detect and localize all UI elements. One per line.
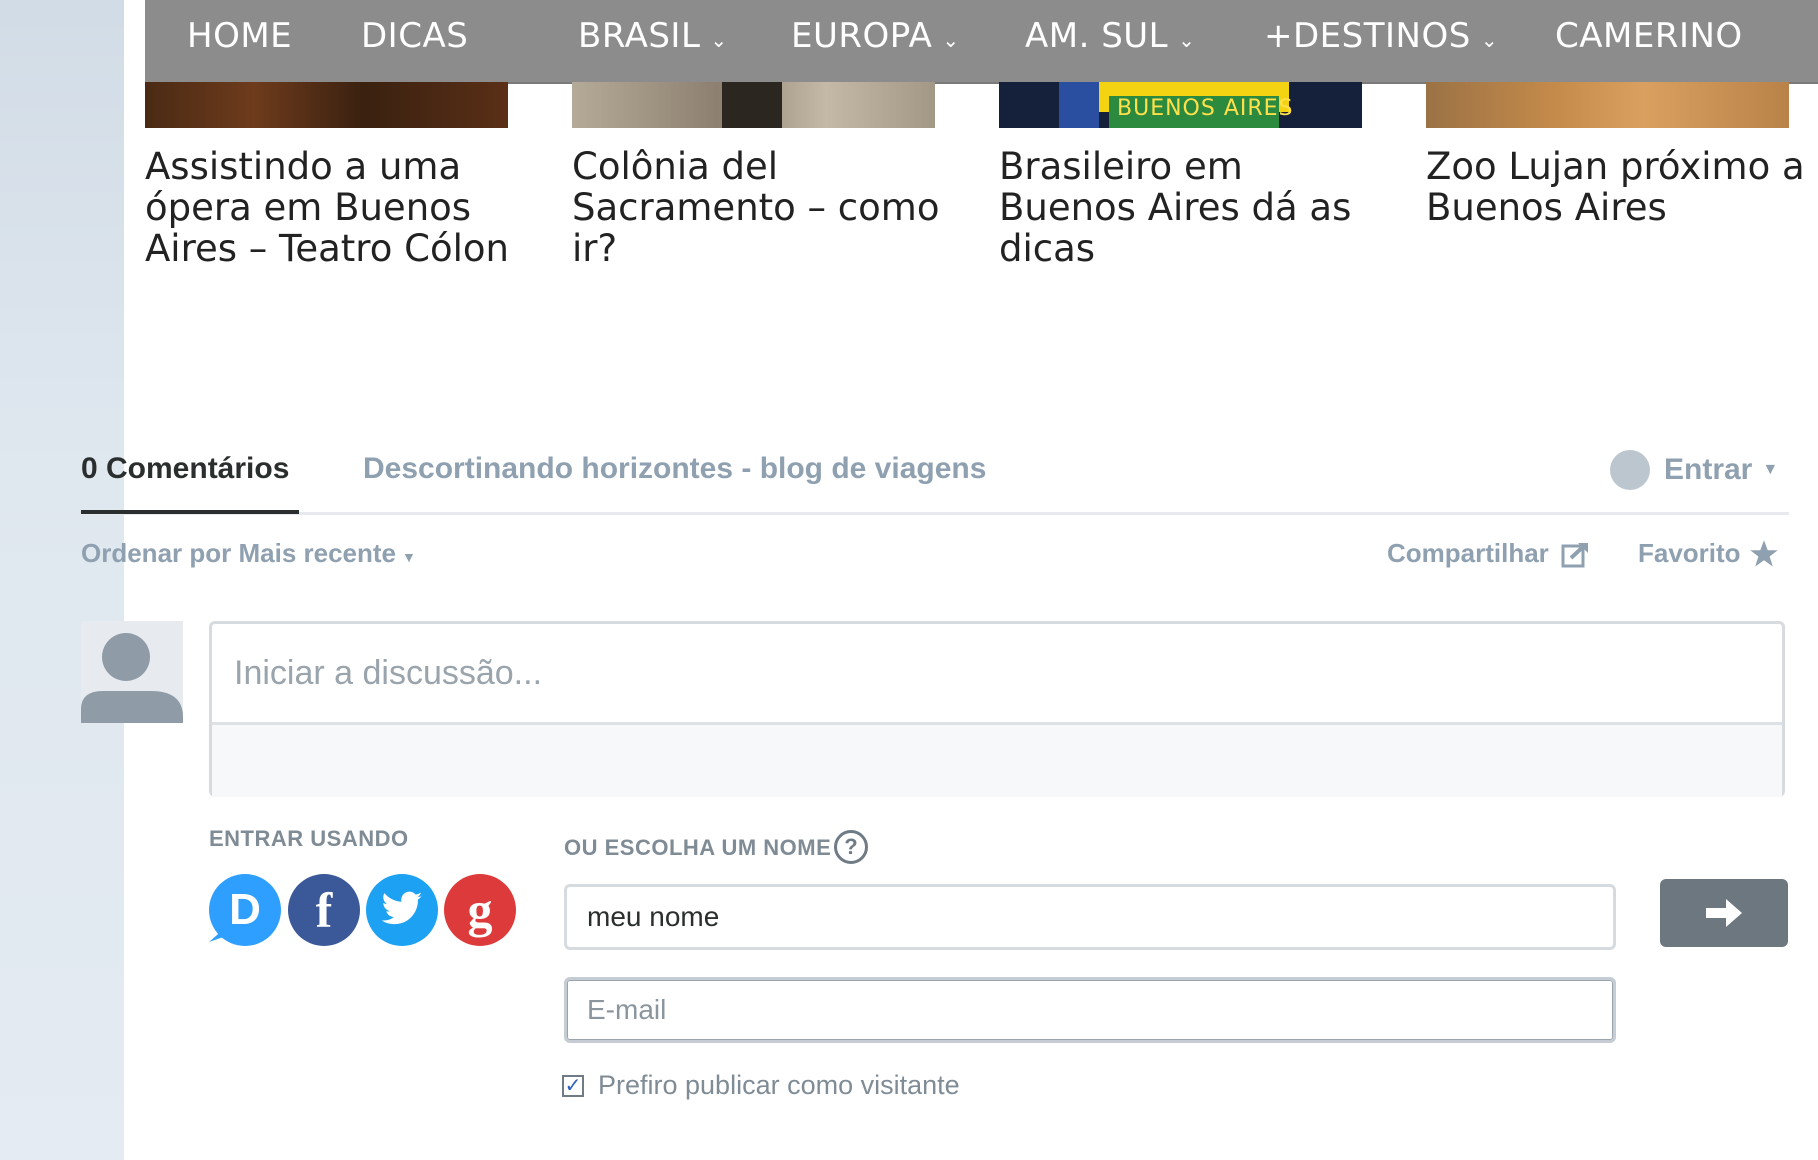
choose-name-label: OU ESCOLHA UM NOME bbox=[564, 835, 832, 860]
active-tab-indicator bbox=[81, 510, 299, 514]
caret-down-icon: ▼ bbox=[402, 549, 416, 565]
disqus-login-icon[interactable]: D bbox=[209, 874, 281, 946]
share-button[interactable]: Compartilhar bbox=[1387, 538, 1591, 569]
default-avatar-icon bbox=[81, 633, 183, 723]
nav-label: CAMERINO bbox=[1555, 16, 1743, 56]
post-title-zoo[interactable]: Zoo Lujan próximo a Buenos Aires bbox=[1426, 146, 1806, 228]
guest-checkbox-row[interactable]: ✓ Prefiro publicar como visitante bbox=[562, 1070, 960, 1101]
favorite-label: Favorito bbox=[1638, 538, 1741, 568]
favorite-button[interactable]: Favorito bbox=[1638, 538, 1779, 569]
post-title-colonia[interactable]: Colônia del Sacramento – como ir? bbox=[572, 146, 952, 269]
thumbnail-detail bbox=[1059, 82, 1099, 128]
nav-item-destinos[interactable]: +DESTINOS ⌄ bbox=[1264, 16, 1498, 56]
main-nav: HOME DICAS BRASIL ⌄ EUROPA ⌄ AM. SUL ⌄ +DES… bbox=[145, 0, 1818, 84]
page-side-background bbox=[0, 0, 124, 1160]
comment-composer bbox=[209, 621, 1785, 797]
share-label: Compartilhar bbox=[1387, 538, 1549, 568]
nav-label: DICAS bbox=[361, 16, 469, 56]
arrow-right-icon bbox=[1706, 899, 1742, 927]
login-dropdown[interactable]: Entrar ▼ bbox=[1610, 450, 1778, 490]
post-title-opera[interactable]: Assistindo a uma ópera em Buenos Aires –… bbox=[145, 146, 525, 269]
name-field[interactable] bbox=[564, 884, 1616, 950]
post-thumbnail-zoo[interactable] bbox=[1426, 82, 1789, 128]
comments-tab-divider bbox=[81, 512, 1789, 515]
nav-label: BRASIL bbox=[578, 16, 701, 56]
composer-footer bbox=[212, 722, 1782, 797]
help-icon[interactable]: ? bbox=[834, 830, 868, 864]
post-thumbnail-colonia[interactable] bbox=[572, 82, 935, 128]
twitter-login-icon[interactable] bbox=[366, 874, 438, 946]
chevron-down-icon: ⌄ bbox=[1178, 28, 1196, 52]
tab-community[interactable]: Descortinando horizontes - blog de viage… bbox=[363, 452, 986, 486]
nav-label: +DESTINOS bbox=[1264, 16, 1471, 56]
nav-label: AM. SUL bbox=[1025, 16, 1169, 56]
avatar bbox=[81, 621, 183, 723]
thumbnail-detail bbox=[722, 82, 782, 128]
caret-down-icon: ▼ bbox=[1762, 461, 1779, 478]
nav-item-brasil[interactable]: BRASIL ⌄ bbox=[578, 16, 728, 56]
share-icon bbox=[1561, 542, 1588, 567]
chevron-down-icon: ⌄ bbox=[942, 28, 960, 52]
sort-dropdown[interactable]: Ordenar por Mais recente ▼ bbox=[81, 538, 416, 569]
thumbnail-text: BUENOS AIRES bbox=[1117, 96, 1294, 121]
nav-label: EUROPA bbox=[791, 16, 933, 56]
guest-checkbox[interactable]: ✓ bbox=[562, 1074, 584, 1097]
facebook-login-icon[interactable]: f bbox=[288, 874, 360, 946]
sort-label: Ordenar por Mais recente bbox=[81, 538, 396, 568]
login-label: Entrar bbox=[1664, 453, 1753, 486]
post-thumbnail-brasileiro[interactable]: BUENOS AIRES bbox=[999, 82, 1362, 128]
chevron-down-icon: ⌄ bbox=[710, 28, 728, 52]
chevron-down-icon: ⌄ bbox=[1480, 28, 1499, 52]
tab-comments-count[interactable]: 0 Comentários bbox=[81, 452, 289, 486]
twitter-bird-icon bbox=[381, 891, 423, 925]
nav-item-am-sul[interactable]: AM. SUL ⌄ bbox=[1025, 16, 1195, 56]
nav-item-camerino[interactable]: CAMERINO bbox=[1555, 16, 1743, 56]
nav-item-dicas[interactable]: DICAS bbox=[361, 16, 468, 56]
user-avatar-icon bbox=[1610, 450, 1650, 490]
post-title-brasileiro[interactable]: Brasileiro em Buenos Aires dá as dicas bbox=[999, 146, 1379, 269]
nav-label: HOME bbox=[187, 16, 293, 56]
guest-label: Prefiro publicar como visitante bbox=[598, 1070, 960, 1100]
comment-input[interactable] bbox=[212, 624, 1782, 722]
login-with-label: ENTRAR USANDO bbox=[209, 826, 409, 851]
nav-item-europa[interactable]: EUROPA ⌄ bbox=[791, 16, 960, 56]
nav-item-home[interactable]: HOME bbox=[187, 16, 292, 56]
email-field[interactable] bbox=[564, 977, 1616, 1043]
post-thumbnail-opera[interactable] bbox=[145, 82, 508, 128]
google-login-icon[interactable]: g bbox=[444, 874, 516, 946]
star-icon bbox=[1749, 539, 1778, 566]
submit-guest-button[interactable] bbox=[1660, 879, 1788, 947]
